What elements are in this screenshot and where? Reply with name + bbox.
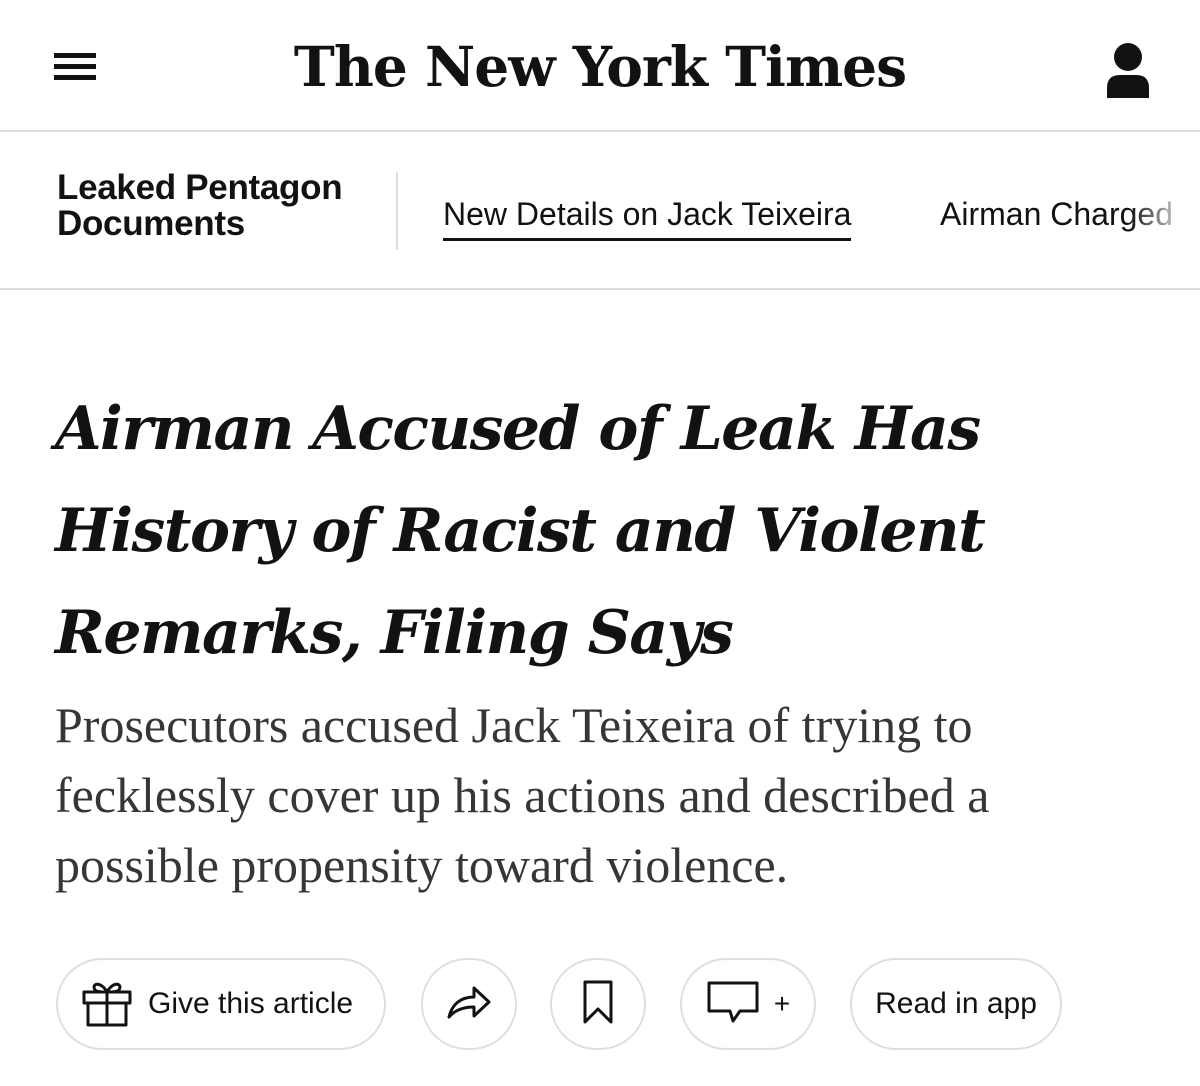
section-title[interactable]: Leaked Pentagon Documents bbox=[57, 170, 377, 242]
nyt-logo[interactable]: The New York Times bbox=[294, 26, 907, 106]
share-button[interactable] bbox=[421, 958, 517, 1050]
comment-plus: + bbox=[773, 988, 791, 1019]
read-in-app-label: Read in app bbox=[875, 987, 1037, 1020]
give-article-button[interactable]: Give this article bbox=[56, 958, 386, 1050]
subnav-divider bbox=[396, 172, 398, 250]
gift-icon bbox=[80, 977, 134, 1032]
article-summary: Prosecutors accused Jack Teixeira of try… bbox=[55, 697, 990, 893]
comment-button[interactable]: + bbox=[680, 958, 816, 1050]
subnav-link-new-details[interactable]: New Details on Jack Teixeira bbox=[443, 194, 852, 241]
save-button[interactable] bbox=[550, 958, 646, 1050]
comment-icon bbox=[706, 980, 760, 1029]
share-icon bbox=[446, 984, 492, 1025]
read-in-app-button[interactable]: Read in app bbox=[850, 958, 1062, 1050]
section-subnav: Leaked Pentagon Documents New Details on… bbox=[0, 132, 1200, 290]
article-headline: Airman Accused of Leak Has History of Ra… bbox=[55, 394, 986, 668]
bookmark-icon bbox=[582, 979, 614, 1030]
masthead: The New York Times bbox=[0, 0, 1200, 132]
hamburger-menu-icon[interactable] bbox=[52, 48, 98, 84]
give-article-label: Give this article bbox=[148, 987, 354, 1020]
subnav-scroll-fade bbox=[1130, 132, 1200, 288]
account-icon[interactable] bbox=[1104, 40, 1152, 100]
